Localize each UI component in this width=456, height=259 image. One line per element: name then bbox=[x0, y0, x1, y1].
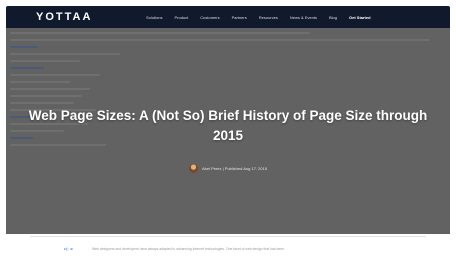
nav-item-news-events[interactable]: News & Events bbox=[290, 15, 317, 20]
nav-item-blog[interactable]: Blog bbox=[329, 15, 337, 20]
divider bbox=[30, 236, 426, 237]
get-started-link[interactable]: Get Started bbox=[349, 15, 371, 20]
article-intro: Web designers and developers have always… bbox=[92, 247, 285, 251]
yottaa-logo[interactable]: YOTTAA bbox=[36, 11, 146, 23]
nav-item-product[interactable]: Product bbox=[174, 15, 188, 20]
main-nav: Solutions Product Customers Partners Res… bbox=[146, 15, 371, 20]
share-icon[interactable]: ➪⚬ bbox=[64, 247, 74, 253]
page-frame: YOTTAA Solutions Product Customers Partn… bbox=[6, 6, 450, 253]
hero-banner: Web Page Sizes: A (Not So) Brief History… bbox=[6, 28, 450, 234]
top-navbar: YOTTAA Solutions Product Customers Partn… bbox=[6, 6, 450, 28]
post-title: Web Page Sizes: A (Not So) Brief History… bbox=[28, 108, 428, 143]
nav-item-solutions[interactable]: Solutions bbox=[146, 15, 162, 20]
byline-text: Abel Perez | Published Aug 17, 2015 bbox=[201, 166, 268, 171]
post-byline: Abel Perez | Published Aug 17, 2015 bbox=[6, 164, 450, 173]
avatar bbox=[188, 164, 198, 173]
nav-item-partners[interactable]: Partners bbox=[232, 15, 247, 20]
article-body: ➪⚬ Web designers and developers have alw… bbox=[6, 234, 450, 253]
nav-item-resources[interactable]: Resources bbox=[259, 15, 278, 20]
nav-item-customers[interactable]: Customers bbox=[200, 15, 219, 20]
